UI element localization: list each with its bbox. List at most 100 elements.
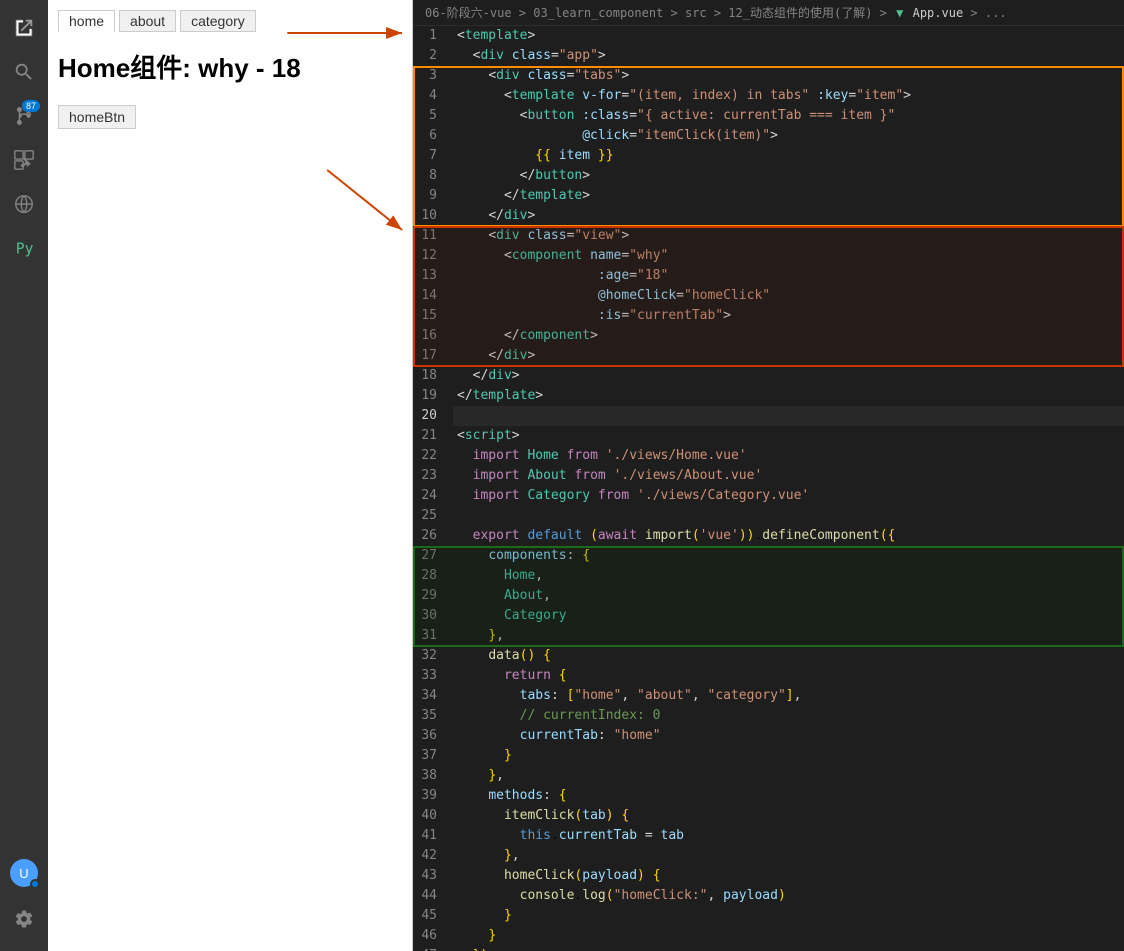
line-content: <button :class="{ active: currentTab ===…	[453, 106, 1124, 126]
code-line-14: 14 @homeClick="homeClick"	[413, 286, 1124, 306]
code-line-11: 11 <div class="view">	[413, 226, 1124, 246]
code-line-15: 15 :is="currentTab">	[413, 306, 1124, 326]
code-line-13: 13 :age="18"	[413, 266, 1124, 286]
settings-icon[interactable]	[4, 899, 44, 939]
code-line-22: 22 import Home from './views/Home.vue'	[413, 446, 1124, 466]
line-content: :is="currentTab">	[453, 306, 1124, 326]
line-number: 14	[413, 286, 453, 306]
line-content: </template>	[453, 386, 1124, 406]
line-number: 33	[413, 666, 453, 686]
line-number: 23	[413, 466, 453, 486]
line-number: 30	[413, 606, 453, 626]
line-content: <component name="why"	[453, 246, 1124, 266]
source-control-icon[interactable]: 87	[4, 96, 44, 136]
code-editor[interactable]: 1<template>2 <div class="app">3 <div cla…	[413, 26, 1124, 951]
line-number: 17	[413, 346, 453, 366]
code-line-1: 1<template>	[413, 26, 1124, 46]
line-content: data() {	[453, 646, 1124, 666]
avatar-badge	[30, 879, 40, 889]
line-content: </div>	[453, 206, 1124, 226]
line-content: </div>	[453, 366, 1124, 386]
line-number: 16	[413, 326, 453, 346]
code-line-43: 43 homeClick(payload) {	[413, 866, 1124, 886]
line-content: },	[453, 626, 1124, 646]
tab-category[interactable]: category	[180, 10, 256, 32]
code-line-6: 6 @click="itemClick(item)">	[413, 126, 1124, 146]
line-content: <template>	[453, 26, 1124, 46]
code-line-24: 24 import Category from './views/Categor…	[413, 486, 1124, 506]
line-number: 8	[413, 166, 453, 186]
vue-icon: ▼	[896, 6, 903, 20]
line-content: }	[453, 746, 1124, 766]
code-line-30: 30 Category	[413, 606, 1124, 626]
line-content: homeClick(payload) {	[453, 866, 1124, 886]
line-number: 41	[413, 826, 453, 846]
line-content	[453, 506, 1124, 526]
line-number: 9	[413, 186, 453, 206]
home-btn[interactable]: homeBtn	[58, 105, 136, 129]
extensions-icon[interactable]	[4, 140, 44, 180]
code-line-19: 19</template>	[413, 386, 1124, 406]
explorer-icon[interactable]	[4, 8, 44, 48]
search-icon[interactable]	[4, 52, 44, 92]
line-number: 5	[413, 106, 453, 126]
code-line-8: 8 </button>	[413, 166, 1124, 186]
tab-about[interactable]: about	[119, 10, 176, 32]
line-number: 43	[413, 866, 453, 886]
remote-icon[interactable]	[4, 184, 44, 224]
code-line-25: 25	[413, 506, 1124, 526]
code-line-34: 34 tabs: ["home", "about", "category"],	[413, 686, 1124, 706]
line-number: 31	[413, 626, 453, 646]
line-number: 42	[413, 846, 453, 866]
line-content: tabs: ["home", "about", "category"],	[453, 686, 1124, 706]
line-number: 40	[413, 806, 453, 826]
code-line-39: 39 methods: {	[413, 786, 1124, 806]
line-content: import Home from './views/Home.vue'	[453, 446, 1124, 466]
line-content: // currentIndex: 0	[453, 706, 1124, 726]
line-content: Home,	[453, 566, 1124, 586]
user-avatar[interactable]: U	[10, 859, 38, 887]
line-content: @homeClick="homeClick"	[453, 286, 1124, 306]
line-content: <div class="app">	[453, 46, 1124, 66]
code-line-3: 3 <div class="tabs">	[413, 66, 1124, 86]
line-content: About,	[453, 586, 1124, 606]
tab-home[interactable]: home	[58, 10, 115, 32]
code-line-47: 47 })	[413, 946, 1124, 951]
code-line-2: 2 <div class="app">	[413, 46, 1124, 66]
scm-badge: 87	[22, 100, 40, 112]
code-line-35: 35 // currentIndex: 0	[413, 706, 1124, 726]
code-line-21: 21<script>	[413, 426, 1124, 446]
code-line-46: 46 }	[413, 926, 1124, 946]
preview-tabs: home about category	[58, 10, 402, 32]
line-number: 13	[413, 266, 453, 286]
code-line-36: 36 currentTab: "home"	[413, 726, 1124, 746]
line-number: 15	[413, 306, 453, 326]
code-line-27: 27 components: {	[413, 546, 1124, 566]
line-content: console.log("homeClick:", payload)	[453, 886, 1124, 906]
line-number: 7	[413, 146, 453, 166]
code-line-26: 26 export default (await import('vue')).…	[413, 526, 1124, 546]
preview-panel: home about category Home组件: why - 18 hom…	[48, 0, 413, 951]
line-content: }	[453, 906, 1124, 926]
code-line-45: 45 }	[413, 906, 1124, 926]
line-content: methods: {	[453, 786, 1124, 806]
line-number: 45	[413, 906, 453, 926]
code-line-12: 12 <component name="why"	[413, 246, 1124, 266]
code-line-40: 40 itemClick(tab) {	[413, 806, 1124, 826]
line-content: @click="itemClick(item)">	[453, 126, 1124, 146]
line-number: 11	[413, 226, 453, 246]
line-number: 4	[413, 86, 453, 106]
editor-area: 06-阶段六-vue > 03_learn_component > src > …	[413, 0, 1124, 951]
line-content: }	[453, 926, 1124, 946]
line-content: itemClick(tab) {	[453, 806, 1124, 826]
line-content: </div>	[453, 346, 1124, 366]
line-number: 12	[413, 246, 453, 266]
line-number: 26	[413, 526, 453, 546]
python-icon[interactable]: Py	[4, 228, 44, 268]
line-content: <div class="tabs">	[453, 66, 1124, 86]
line-number: 29	[413, 586, 453, 606]
line-number: 21	[413, 426, 453, 446]
line-number: 22	[413, 446, 453, 466]
code-line-10: 10 </div>	[413, 206, 1124, 226]
line-number: 24	[413, 486, 453, 506]
